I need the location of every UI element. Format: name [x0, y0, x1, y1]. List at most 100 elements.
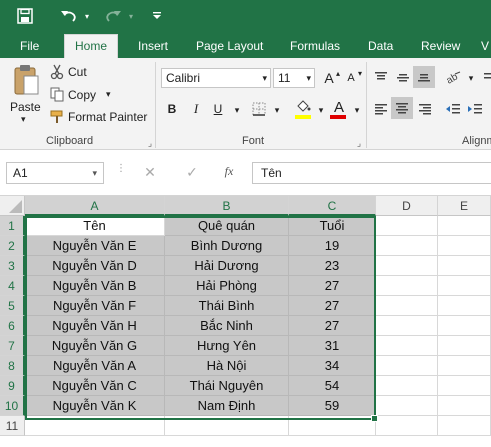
cell-c6[interactable]: 27 — [289, 316, 376, 336]
shrink-font-button[interactable]: A ▾ — [342, 69, 362, 87]
redo-dropdown-icon[interactable]: ▾ — [126, 0, 136, 32]
cell-e5[interactable] — [438, 296, 491, 316]
row-header-6[interactable]: 6 — [0, 316, 25, 336]
cell-a6[interactable]: Nguyễn Văn H — [25, 316, 165, 336]
cell-b8[interactable]: Hà Nội — [165, 356, 289, 376]
cell-d2[interactable] — [376, 236, 438, 256]
underline-dropdown-icon[interactable]: ▾ — [228, 101, 246, 119]
cell-d3[interactable] — [376, 256, 438, 276]
cell-e11[interactable] — [438, 416, 491, 436]
row-header-7[interactable]: 7 — [0, 336, 25, 356]
cell-b3[interactable]: Hải Dương — [165, 256, 289, 276]
cell-c10[interactable]: 59 — [289, 396, 376, 416]
orientation-icon[interactable]: ab — [444, 68, 462, 86]
font-color-icon[interactable]: A — [330, 98, 348, 116]
cell-c7[interactable]: 31 — [289, 336, 376, 356]
cell-b11[interactable] — [165, 416, 289, 436]
select-all-button[interactable] — [0, 196, 25, 216]
tab-insert[interactable]: Insert — [138, 36, 168, 58]
row-header-2[interactable]: 2 — [0, 236, 25, 256]
save-icon[interactable] — [14, 0, 36, 32]
font-size-select[interactable]: 11 ▾ — [273, 68, 315, 88]
cell-b10[interactable]: Nam Định — [165, 396, 289, 416]
cell-e1[interactable] — [438, 216, 491, 236]
decrease-indent-icon[interactable] — [444, 100, 462, 118]
tab-data[interactable]: Data — [368, 36, 393, 58]
cell-a4[interactable]: Nguyễn Văn B — [25, 276, 165, 296]
cell-a11[interactable] — [25, 416, 165, 436]
wrap-text-icon[interactable] — [480, 68, 491, 86]
cell-a2[interactable]: Nguyễn Văn E — [25, 236, 165, 256]
cell-e10[interactable] — [438, 396, 491, 416]
row-header-11[interactable]: 11 — [0, 416, 25, 436]
cell-b1[interactable]: Quê quán — [165, 216, 289, 236]
cell-d1[interactable] — [376, 216, 438, 236]
cell-b7[interactable]: Hưng Yên — [165, 336, 289, 356]
undo-icon[interactable] — [58, 0, 80, 32]
row-header-8[interactable]: 8 — [0, 356, 25, 376]
bold-button[interactable]: B — [163, 100, 181, 118]
cell-c8[interactable]: 34 — [289, 356, 376, 376]
copy-dropdown-icon[interactable]: ▾ — [106, 89, 111, 100]
cell-c9[interactable]: 54 — [289, 376, 376, 396]
cell-b6[interactable]: Bắc Ninh — [165, 316, 289, 336]
cell-e9[interactable] — [438, 376, 491, 396]
enter-icon[interactable]: ✓ — [182, 164, 202, 182]
cell-e8[interactable] — [438, 356, 491, 376]
italic-button[interactable]: I — [187, 100, 205, 118]
cell-a7[interactable]: Nguyễn Văn G — [25, 336, 165, 356]
font-name-select[interactable]: Calibri ▾ — [161, 68, 271, 88]
name-box[interactable]: A1 ▾ — [6, 162, 104, 184]
fill-color-icon[interactable] — [294, 98, 312, 116]
column-header-d[interactable]: D — [376, 196, 438, 216]
fill-color-dropdown-icon[interactable]: ▾ — [312, 101, 330, 119]
underline-button[interactable]: U — [209, 100, 227, 118]
cell-a1[interactable]: Tên — [25, 216, 165, 236]
column-header-a[interactable]: A — [25, 196, 165, 216]
cell-d6[interactable] — [376, 316, 438, 336]
cell-c4[interactable]: 27 — [289, 276, 376, 296]
cell-a9[interactable]: Nguyễn Văn C — [25, 376, 165, 396]
align-bottom-icon[interactable] — [413, 66, 435, 88]
cell-d5[interactable] — [376, 296, 438, 316]
align-top-icon[interactable] — [372, 68, 390, 86]
tab-home[interactable]: Home — [64, 34, 119, 58]
cell-d11[interactable] — [376, 416, 438, 436]
tab-file[interactable]: File — [20, 36, 39, 58]
cell-e2[interactable] — [438, 236, 491, 256]
cell-c1[interactable]: Tuổi — [289, 216, 376, 236]
cell-c2[interactable]: 19 — [289, 236, 376, 256]
cell-e3[interactable] — [438, 256, 491, 276]
cell-a3[interactable]: Nguyễn Văn D — [25, 256, 165, 276]
row-header-4[interactable]: 4 — [0, 276, 25, 296]
tab-formulas[interactable]: Formulas — [290, 36, 340, 58]
paste-dropdown-icon[interactable]: ▾ — [21, 114, 26, 125]
cell-b2[interactable]: Bình Dương — [165, 236, 289, 256]
formula-input[interactable]: Tên — [252, 162, 491, 184]
splitter-icon[interactable]: ⋮ — [116, 164, 126, 180]
cut-button[interactable]: Cut — [50, 64, 110, 82]
cell-b4[interactable]: Hải Phòng — [165, 276, 289, 296]
cell-c11[interactable] — [289, 416, 376, 436]
cell-a8[interactable]: Nguyễn Văn A — [25, 356, 165, 376]
insert-function-button[interactable]: fx — [218, 164, 240, 182]
cell-c5[interactable]: 27 — [289, 296, 376, 316]
grow-font-button[interactable]: A ▴ — [320, 69, 340, 87]
cell-d7[interactable] — [376, 336, 438, 356]
cell-b9[interactable]: Thái Nguyên — [165, 376, 289, 396]
align-left-icon[interactable] — [372, 100, 390, 118]
orientation-dropdown-icon[interactable]: ▾ — [462, 69, 480, 87]
column-header-e[interactable]: E — [438, 196, 491, 216]
cell-c3[interactable]: 23 — [289, 256, 376, 276]
customize-qat-icon[interactable] — [148, 0, 166, 32]
row-header-10[interactable]: 10 — [0, 396, 25, 416]
cell-e7[interactable] — [438, 336, 491, 356]
font-color-dropdown-icon[interactable]: ▾ — [348, 101, 366, 119]
align-center-icon[interactable] — [391, 97, 413, 119]
row-header-3[interactable]: 3 — [0, 256, 25, 276]
format-painter-button[interactable]: Format Painter — [50, 108, 150, 126]
cell-b5[interactable]: Thái Bình — [165, 296, 289, 316]
cell-e6[interactable] — [438, 316, 491, 336]
cell-e4[interactable] — [438, 276, 491, 296]
worksheet-grid[interactable]: A B C D E 1 2 3 4 5 6 7 8 9 10 11 Tên Quê quán Tuổi N… — [0, 196, 491, 447]
